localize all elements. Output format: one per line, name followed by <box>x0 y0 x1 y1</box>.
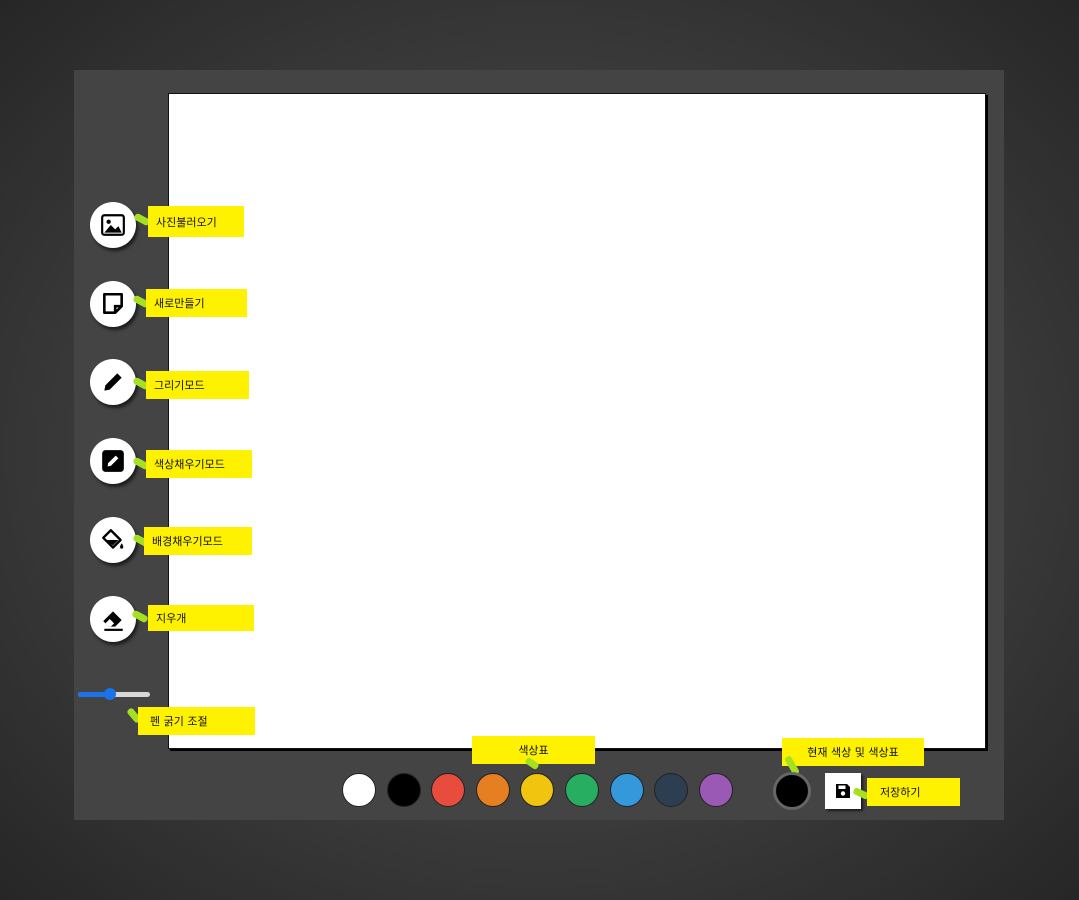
fill-mode-button[interactable] <box>90 438 136 484</box>
current-color-label: 현재 색상 및 색상표 <box>807 746 899 759</box>
paint-bucket-icon <box>102 529 124 549</box>
new-tooltip: 새로만들기 <box>146 289 247 317</box>
new-button[interactable] <box>90 281 136 327</box>
pen-width-tooltip: 펜 굵기 조절 <box>138 707 255 735</box>
pencil-icon <box>104 373 122 391</box>
bg-fill-mode-label: 배경채우기모드 <box>152 535 223 548</box>
color-swatch[interactable] <box>387 773 421 807</box>
drawing-canvas[interactable] <box>168 93 986 749</box>
save-tooltip: 저장하기 <box>867 778 960 806</box>
load-photo-button[interactable] <box>90 202 136 248</box>
pen-width-slider[interactable] <box>78 688 150 700</box>
new-label: 새로만들기 <box>154 297 205 310</box>
color-swatch[interactable] <box>520 773 554 807</box>
save-icon <box>836 784 850 798</box>
fill-mode-tooltip: 색상채우기모드 <box>146 450 252 478</box>
draw-mode-label: 그리기모드 <box>154 379 205 392</box>
pen-width-label: 펜 굵기 조절 <box>150 715 208 728</box>
color-swatch[interactable] <box>565 773 599 807</box>
sticky-note-icon <box>103 292 123 314</box>
eraser-icon <box>103 611 123 631</box>
fill-mode-label: 색상채우기모드 <box>154 458 225 471</box>
draw-mode-tooltip: 그리기모드 <box>146 371 249 399</box>
eraser-button[interactable] <box>90 596 136 642</box>
color-swatch[interactable] <box>476 773 510 807</box>
eraser-tooltip: 지우개 <box>148 605 254 631</box>
color-swatch[interactable] <box>431 773 465 807</box>
color-swatch[interactable] <box>342 773 376 807</box>
color-swatch[interactable] <box>654 773 688 807</box>
bg-fill-mode-button[interactable] <box>90 517 136 563</box>
pen-square-icon <box>102 450 124 472</box>
draw-mode-button[interactable] <box>90 359 136 405</box>
palette-label: 색상표 <box>518 744 549 757</box>
eraser-label: 지우개 <box>156 612 187 625</box>
color-swatch[interactable] <box>699 773 733 807</box>
current-color-indicator[interactable] <box>773 772 811 810</box>
load-photo-tooltip: 사진불러오기 <box>148 206 244 237</box>
image-icon <box>101 214 125 236</box>
color-swatch[interactable] <box>610 773 644 807</box>
load-photo-label: 사진불러오기 <box>156 215 217 229</box>
save-label: 저장하기 <box>880 786 921 799</box>
current-color-tooltip: 현재 색상 및 색상표 <box>782 738 924 766</box>
bg-fill-mode-tooltip: 배경채우기모드 <box>144 527 252 555</box>
